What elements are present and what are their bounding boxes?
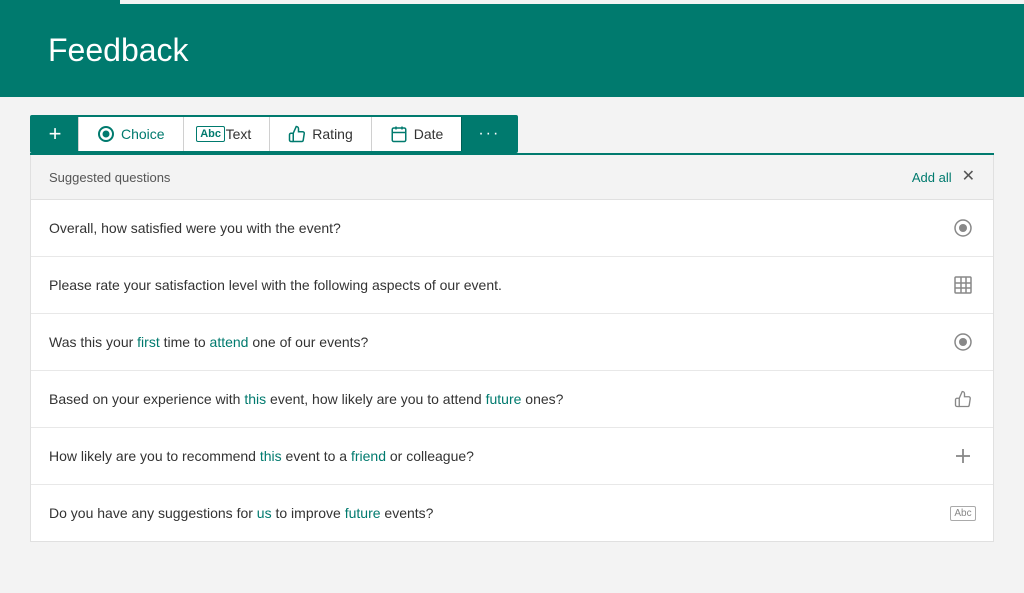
question-text: Was this your first time to attend one o… [49, 334, 939, 350]
date-label: Date [414, 126, 444, 142]
add-icon [951, 444, 975, 468]
text-icon: Abc [202, 125, 220, 143]
rating-icon [288, 125, 306, 143]
date-icon [390, 125, 408, 143]
choice-type-button[interactable]: Choice [78, 117, 183, 151]
close-icon: ✕ [962, 168, 975, 185]
choice-label: Choice [121, 126, 165, 142]
question-row[interactable]: Based on your experience with this event… [31, 371, 993, 428]
page-title: Feedback [48, 32, 976, 69]
text-label: Text [226, 126, 252, 142]
page-header: Feedback [0, 4, 1024, 97]
grid-icon [951, 273, 975, 297]
question-type-toolbar: + Choice Abc Text Rating [30, 115, 518, 153]
choice-icon [97, 125, 115, 143]
question-row[interactable]: Please rate your satisfaction level with… [31, 257, 993, 314]
plus-icon: + [49, 121, 62, 147]
date-type-button[interactable]: Date [371, 117, 462, 151]
question-text: Please rate your satisfaction level with… [49, 277, 939, 293]
question-row[interactable]: Overall, how satisfied were you with the… [31, 200, 993, 257]
question-row[interactable]: How likely are you to recommend this eve… [31, 428, 993, 485]
text-type-icon: Abc [951, 501, 975, 525]
header-actions: Add all ✕ [912, 169, 975, 185]
more-icon: ··· [478, 125, 500, 143]
question-row[interactable]: Do you have any suggestions for us to im… [31, 485, 993, 541]
rating-type-button[interactable]: Rating [269, 117, 370, 151]
radio-icon [951, 216, 975, 240]
question-text: Do you have any suggestions for us to im… [49, 505, 939, 521]
text-type-button[interactable]: Abc Text [183, 117, 270, 151]
more-options-button[interactable]: ··· [461, 117, 516, 151]
suggested-title: Suggested questions [49, 170, 170, 185]
toolbar-area: + Choice Abc Text Rating [0, 97, 1024, 153]
radio-icon [951, 330, 975, 354]
add-question-button[interactable]: + [32, 117, 78, 151]
rating-label: Rating [312, 126, 352, 142]
question-row[interactable]: Was this your first time to attend one o… [31, 314, 993, 371]
question-text: Overall, how satisfied were you with the… [49, 220, 939, 236]
question-text: Based on your experience with this event… [49, 391, 939, 407]
close-button[interactable]: ✕ [962, 169, 975, 185]
suggested-questions-section: Suggested questions Add all ✕ Overall, h… [30, 155, 994, 542]
question-text: How likely are you to recommend this eve… [49, 448, 939, 464]
thumb-icon [951, 387, 975, 411]
add-all-button[interactable]: Add all [912, 170, 952, 185]
suggested-header: Suggested questions Add all ✕ [31, 155, 993, 200]
